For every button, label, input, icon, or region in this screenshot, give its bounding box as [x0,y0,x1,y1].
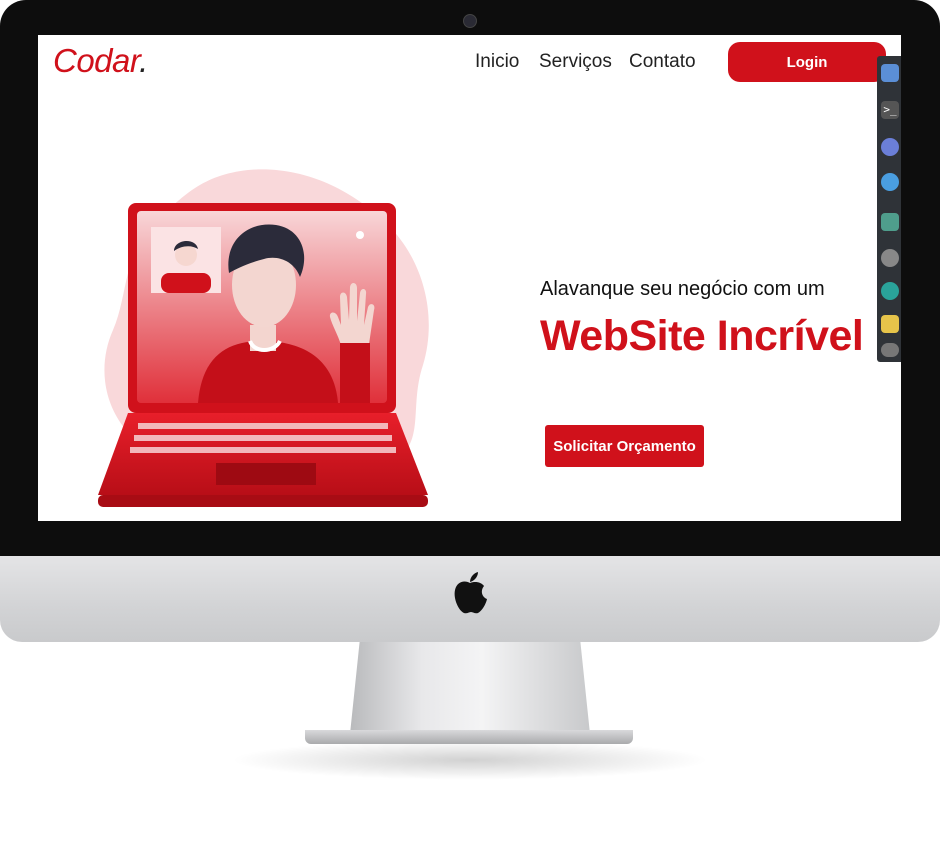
imac-shadow [230,740,710,780]
browser-viewport: Codar. Inicio Serviços Contato Login Ala… [38,35,901,521]
imac-stand [350,642,590,734]
hero-illustration [98,169,429,507]
app-icon[interactable] [881,64,899,82]
settings-icon[interactable] [881,282,899,300]
nav-link-contato[interactable]: Contato [629,51,696,73]
logo-text: Codar [53,42,140,79]
logo-dot: . [139,42,148,79]
search-icon[interactable] [881,173,899,191]
nav-link-inicio[interactable]: Inicio [475,51,519,73]
files-icon[interactable] [881,213,899,231]
site-logo[interactable]: Codar. [53,42,148,80]
toggle-icon[interactable] [881,343,899,357]
notes-icon[interactable] [881,315,899,333]
apple-logo-icon [454,572,487,614]
browser-icon[interactable] [881,138,899,156]
imac-stand-base [305,730,633,744]
disk-icon[interactable] [881,249,899,267]
hero-headline: WebSite Incrível [540,312,864,360]
terminal-icon[interactable]: >_ [881,101,899,119]
login-button[interactable]: Login [728,42,886,82]
nav-link-servicos[interactable]: Serviços [539,51,612,73]
hero-subtitle: Alavanque seu negócio com um [540,278,825,300]
request-quote-button[interactable]: Solicitar Orçamento [545,425,704,467]
camera-icon [463,14,477,28]
